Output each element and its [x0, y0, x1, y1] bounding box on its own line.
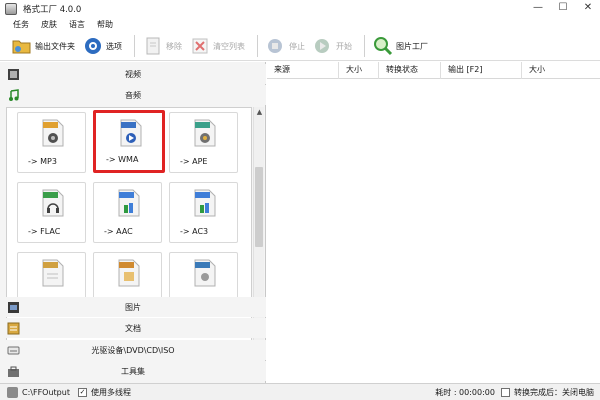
- format-label: -> FLAC: [28, 227, 61, 236]
- options-icon: [83, 36, 103, 56]
- m4a-file-icon: [194, 259, 216, 287]
- aac-file-icon: [118, 189, 140, 217]
- minimize-icon[interactable]: —: [532, 2, 544, 14]
- format-tile-mp3[interactable]: -> MP3: [17, 112, 86, 173]
- window-title: 格式工厂 4.0.0: [23, 4, 82, 15]
- title-bar: 格式工厂 4.0.0 — ☐ ✕: [0, 0, 600, 17]
- after-convert-checkbox[interactable]: [501, 387, 510, 397]
- format-tile-wma[interactable]: -> WMA: [93, 110, 165, 173]
- toolbar-separator: [257, 35, 258, 57]
- menu-language[interactable]: 语言: [69, 19, 85, 30]
- folder-icon: [12, 36, 32, 56]
- format-tile-ac3[interactable]: -> AC3: [169, 182, 238, 243]
- format-tile-ape[interactable]: -> APE: [169, 112, 238, 173]
- format-label: -> WMA: [106, 155, 139, 164]
- document-icon: [6, 321, 20, 335]
- window-controls: — ☐ ✕: [532, 2, 594, 14]
- options-button[interactable]: 选项: [81, 34, 124, 58]
- start-label: 开始: [336, 41, 352, 51]
- menu-bar: 任务 皮肤 语言 帮助: [0, 17, 600, 32]
- picture-factory-label: 图片工厂: [396, 41, 428, 51]
- close-icon[interactable]: ✕: [582, 2, 594, 14]
- music-note-icon: [6, 88, 20, 102]
- scroll-thumb[interactable]: [255, 167, 263, 247]
- mmf-file-icon: [42, 259, 64, 287]
- category-label: 音频: [125, 90, 141, 100]
- options-label: 选项: [106, 41, 122, 51]
- category-label: 光驱设备\DVD\CD\ISO: [91, 345, 175, 355]
- menu-help[interactable]: 帮助: [97, 19, 113, 30]
- stop-button[interactable]: 停止: [264, 34, 307, 58]
- menu-task[interactable]: 任务: [13, 19, 29, 30]
- category-audio[interactable]: 音频: [0, 85, 266, 105]
- format-tile-aac[interactable]: -> AAC: [93, 182, 162, 243]
- status-bar: C:\FFOutput ✓ 使用多线程 耗时 : 00:00:00 转换完成后：…: [0, 383, 600, 400]
- output-folder-icon[interactable]: [7, 386, 18, 398]
- menu-skin[interactable]: 皮肤: [41, 19, 57, 30]
- start-button[interactable]: 开始: [311, 34, 354, 58]
- format-label: -> AC3: [180, 227, 209, 236]
- category-label: 文档: [125, 323, 141, 333]
- toolbar-separator: [364, 35, 365, 57]
- mp3-file-icon: [42, 119, 64, 147]
- start-icon: [313, 36, 333, 56]
- flac-file-icon: [42, 189, 64, 217]
- after-convert-label: 转换完成后：关闭电脑: [514, 387, 594, 397]
- format-label: -> APE: [180, 157, 208, 166]
- scroll-up-icon[interactable]: ▲: [254, 107, 265, 117]
- column-output[interactable]: 输出 [F2]: [441, 62, 522, 79]
- stop-label: 停止: [289, 41, 305, 51]
- clear-list-label: 清空列表: [213, 41, 245, 51]
- format-tile-flac[interactable]: -> FLAC: [17, 182, 86, 243]
- clear-list-button[interactable]: 清空列表: [188, 34, 247, 58]
- remove-label: 移除: [166, 41, 182, 51]
- remove-button[interactable]: 移除: [141, 34, 184, 58]
- column-status[interactable]: 转换状态: [379, 62, 441, 79]
- multithread-label: 使用多线程: [91, 387, 131, 397]
- amr-file-icon: [118, 259, 140, 287]
- magnifier-icon: [373, 36, 393, 56]
- toolbar-separator: [134, 35, 135, 57]
- elapsed-time: 耗时 : 00:00:00: [435, 387, 495, 397]
- ac3-file-icon: [194, 189, 216, 217]
- category-picture[interactable]: 图片: [0, 297, 266, 317]
- format-label: -> MP3: [28, 157, 57, 166]
- maximize-icon[interactable]: ☐: [557, 2, 569, 14]
- clear-list-icon: [190, 36, 210, 56]
- multithread-checkbox[interactable]: ✓: [78, 387, 87, 397]
- category-label: 工具集: [121, 366, 145, 376]
- output-folder-label: 输出文件夹: [35, 41, 75, 51]
- category-optical[interactable]: 光驱设备\DVD\CD\ISO: [0, 340, 266, 360]
- output-path[interactable]: C:\FFOutput: [22, 388, 70, 397]
- output-folder-button[interactable]: 输出文件夹: [10, 34, 77, 58]
- category-video[interactable]: 视频: [0, 64, 266, 84]
- toolbar: 输出文件夹 选项 移除 清空列表 停止 开始 图片工厂: [0, 32, 600, 61]
- stop-icon: [266, 36, 286, 56]
- category-document[interactable]: 文档: [0, 318, 266, 338]
- task-list[interactable]: 来源 大小 转换状态 输出 [F2] 大小: [267, 62, 600, 383]
- column-output-size[interactable]: 大小: [522, 62, 600, 79]
- task-list-header: 来源 大小 转换状态 输出 [F2] 大小: [267, 62, 600, 79]
- wma-file-icon: [120, 119, 142, 147]
- picture-icon: [6, 300, 20, 314]
- toolbox-icon: [6, 364, 20, 378]
- column-size[interactable]: 大小: [339, 62, 379, 79]
- remove-icon: [143, 36, 163, 56]
- format-label: -> AAC: [104, 227, 133, 236]
- film-icon: [6, 67, 20, 81]
- category-label: 图片: [125, 302, 141, 312]
- category-tools[interactable]: 工具集: [0, 361, 266, 381]
- conversion-panel: 视频 音频 -> MP3 -> WMA -> APE -> FLAC -> AA…: [0, 62, 266, 383]
- column-source[interactable]: 来源: [267, 62, 339, 79]
- app-icon: [5, 2, 17, 15]
- ape-file-icon: [194, 119, 216, 147]
- category-label: 视频: [125, 69, 141, 79]
- disc-drive-icon: [6, 343, 20, 357]
- picture-factory-button[interactable]: 图片工厂: [371, 34, 430, 58]
